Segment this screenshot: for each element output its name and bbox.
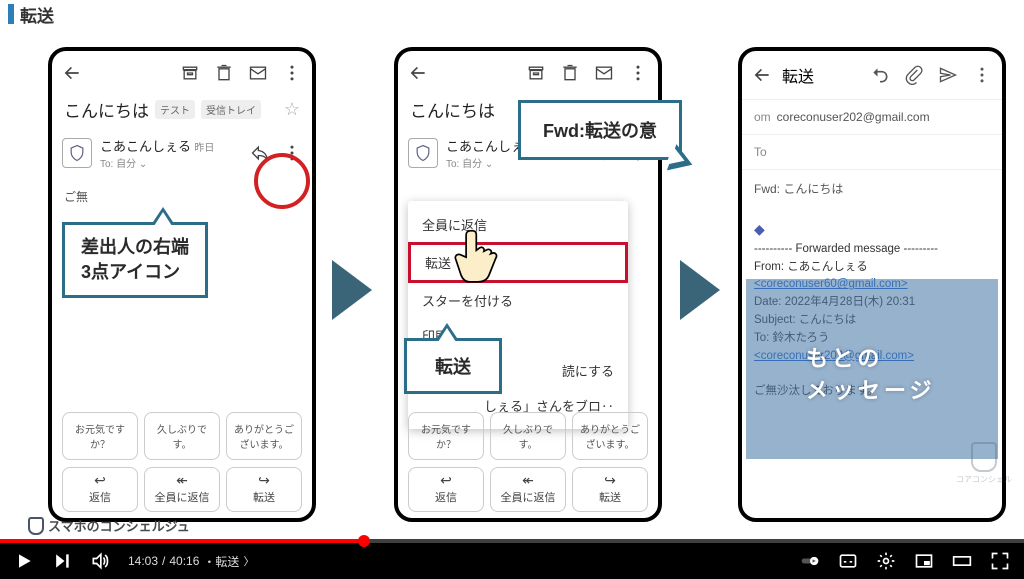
flow-arrow [680, 260, 720, 320]
callout-text: 3点アイコン [81, 260, 189, 285]
trash-icon[interactable] [214, 63, 234, 83]
smart-reply[interactable]: お元気ですか？ [62, 412, 138, 460]
overflow-icon[interactable] [282, 63, 302, 83]
back-icon[interactable] [62, 63, 82, 83]
send-icon[interactable] [938, 65, 958, 85]
avatar [62, 138, 92, 168]
slide-title: 転送 [20, 2, 54, 27]
smart-reply[interactable]: 久しぶりです。 [490, 412, 566, 460]
flow-arrow [332, 260, 372, 320]
mail-icon[interactable] [248, 63, 268, 83]
fullscreen-icon[interactable] [990, 551, 1010, 571]
callout-text: 差出人の右端 [81, 235, 189, 260]
sender-name: こあこんしぇる [100, 139, 191, 154]
player-controls: 14:03 / 40:16 ・転送 〉 [0, 543, 1024, 579]
callout-box: 転送 [404, 338, 502, 394]
undo-icon[interactable] [870, 65, 890, 85]
play-icon[interactable] [14, 551, 34, 571]
chevron-right-icon[interactable]: 〉 [243, 553, 254, 569]
highlight-circle [254, 153, 310, 209]
miniplayer-icon[interactable] [914, 551, 934, 571]
subject-field[interactable]: Fwd: こんにちは [754, 180, 843, 197]
overflow-icon[interactable] [972, 65, 992, 85]
compose-title: 転送 [782, 63, 814, 87]
shield-icon [28, 517, 44, 535]
callout-text: Fwd:転送の意 [543, 121, 657, 141]
back-icon[interactable] [752, 65, 772, 85]
quote-marker-icon: ◆ [754, 219, 990, 241]
from-field[interactable]: coreconuser202@gmail.com [777, 110, 930, 124]
slide-title-bar: 転送 [0, 0, 1024, 28]
mail-toolbar [52, 51, 312, 93]
reply-all-button[interactable]: ↞全員に返信 [144, 467, 220, 512]
context-menu: 全員に返信 転送 スターを付ける 印刷 読にする しぇる」さんをブロ‥ [408, 201, 628, 429]
overlay-label: もとの メッセージ [806, 341, 936, 405]
archive-icon[interactable] [526, 63, 546, 83]
menu-star[interactable]: スターを付ける [408, 283, 628, 318]
menu-forward[interactable]: 転送 [408, 242, 628, 283]
forward-button[interactable]: ↪転送 [226, 467, 302, 512]
callout-text: 転送 [435, 357, 471, 377]
volume-icon[interactable] [90, 551, 110, 571]
channel-footer: スマホのコンシェルジュ [28, 516, 190, 535]
smart-reply[interactable]: ありがとうございます。 [226, 412, 302, 460]
smart-reply[interactable]: お元気ですか？ [408, 412, 484, 460]
star-icon[interactable]: ☆ [284, 99, 300, 120]
smart-reply[interactable]: 久しぶりです。 [144, 412, 220, 460]
trash-icon[interactable] [560, 63, 580, 83]
sender-date: 昨日 [194, 143, 214, 154]
to-field[interactable]: To [754, 145, 767, 159]
time-display: 14:03 / 40:16 ・転送 〉 [128, 553, 254, 570]
reply-all-button[interactable]: ↞全員に返信 [490, 467, 566, 512]
smart-reply[interactable]: ありがとうございます。 [572, 412, 648, 460]
label-chip: テスト [155, 100, 195, 119]
settings-icon[interactable] [876, 551, 896, 571]
mail-icon[interactable] [594, 63, 614, 83]
theater-icon[interactable] [952, 551, 972, 571]
callout-box: 差出人の右端 3点アイコン [62, 222, 208, 298]
avatar [408, 138, 438, 168]
next-icon[interactable] [52, 551, 72, 571]
inbox-chip: 受信トレイ [201, 100, 261, 119]
reply-button[interactable]: ↩返信 [62, 467, 138, 512]
archive-icon[interactable] [180, 63, 200, 83]
overflow-icon[interactable] [628, 63, 648, 83]
menu-reply-all[interactable]: 全員に返信 [408, 207, 628, 242]
watermark: コアコンシェル [956, 442, 1012, 485]
mail-subject: こんにちは [64, 97, 149, 122]
sender-to: To: 自分 ⌄ [100, 155, 242, 170]
reply-button[interactable]: ↩返信 [408, 467, 484, 512]
autoplay-toggle[interactable] [800, 551, 820, 571]
video-content: 転送 こんにちは テスト 受信トレイ ☆ [0, 0, 1024, 539]
title-accent [8, 4, 14, 24]
hand-pointer-icon [452, 224, 504, 292]
forward-button[interactable]: ↪転送 [572, 467, 648, 512]
captions-icon[interactable] [838, 551, 858, 571]
back-icon[interactable] [408, 63, 428, 83]
mail-subject: こんにちは [410, 97, 495, 122]
callout-box: Fwd:転送の意 [518, 100, 682, 160]
attach-icon[interactable] [904, 65, 924, 85]
